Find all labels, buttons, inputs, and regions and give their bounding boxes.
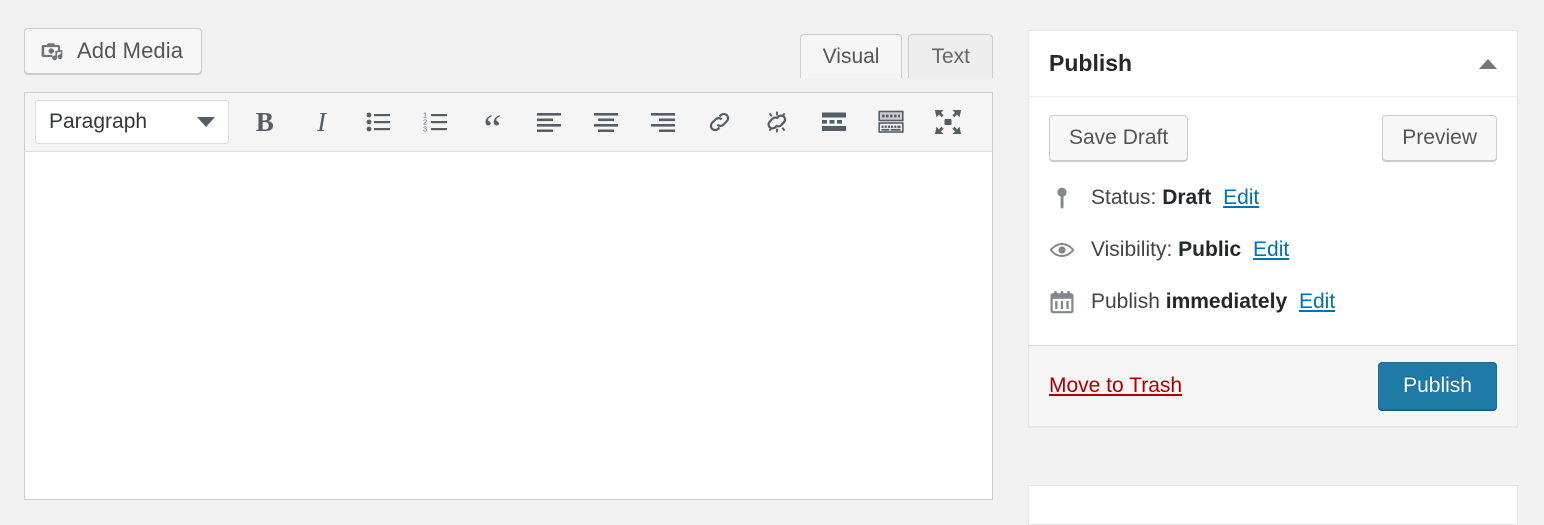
format-select-value: Paragraph: [49, 110, 197, 134]
add-media-button[interactable]: Add Media: [24, 28, 202, 74]
keyboard-toolbar-icon: [878, 110, 904, 134]
move-to-trash-link[interactable]: Move to Trash: [1049, 374, 1182, 398]
next-metabox-panel: [1028, 485, 1518, 525]
publish-panel-body: Save Draft Preview Status: Draft Edit: [1029, 97, 1517, 345]
svg-text:3: 3: [423, 125, 427, 134]
numbered-list-icon: 1 2 3: [423, 111, 449, 133]
align-right-button[interactable]: [643, 100, 683, 144]
align-right-icon: [650, 112, 676, 132]
schedule-prefix: Publish: [1091, 290, 1160, 313]
tab-visual[interactable]: Visual: [800, 34, 903, 78]
publish-button[interactable]: Publish: [1378, 362, 1497, 410]
post-editor: Add Media Visual Text Paragraph B I 1 2 …: [24, 0, 993, 500]
schedule-row: Publish immediately Edit: [1049, 289, 1497, 315]
blockquote-button[interactable]: “: [473, 93, 513, 151]
bulleted-list-button[interactable]: [359, 100, 399, 144]
save-draft-button[interactable]: Save Draft: [1049, 115, 1188, 161]
schedule-edit-link[interactable]: Edit: [1299, 290, 1335, 313]
pushpin-icon: [1049, 185, 1075, 211]
visibility-value: Public: [1178, 238, 1241, 261]
toolbar-toggle-button[interactable]: [871, 100, 911, 144]
visibility-text: Visibility: Public Edit: [1091, 238, 1289, 262]
visibility-prefix: Visibility:: [1091, 238, 1172, 261]
triangle-up-icon[interactable]: [1479, 59, 1497, 69]
status-value: Draft: [1162, 186, 1211, 209]
schedule-text: Publish immediately Edit: [1091, 290, 1335, 314]
unlink-icon: [763, 109, 791, 135]
insert-read-more-button[interactable]: [814, 100, 854, 144]
format-toolbar: Paragraph B I 1 2 3 “: [24, 92, 993, 152]
read-more-icon: [821, 111, 847, 133]
italic-button[interactable]: I: [302, 100, 342, 144]
align-left-button[interactable]: [529, 100, 569, 144]
publish-panel: Publish Save Draft Preview Status: Draft…: [1028, 30, 1518, 427]
tab-text[interactable]: Text: [908, 34, 993, 78]
editor-mode-tabs: Visual Text: [800, 28, 993, 78]
visibility-row: Visibility: Public Edit: [1049, 237, 1497, 263]
visibility-edit-link[interactable]: Edit: [1253, 238, 1289, 261]
preview-button[interactable]: Preview: [1382, 115, 1497, 161]
chevron-down-icon: [197, 117, 215, 127]
paragraph-format-select[interactable]: Paragraph: [35, 100, 229, 144]
status-edit-link[interactable]: Edit: [1223, 186, 1259, 209]
align-left-icon: [536, 112, 562, 132]
publish-panel-header[interactable]: Publish: [1029, 31, 1517, 97]
link-icon: [706, 109, 734, 135]
draft-actions-row: Save Draft Preview: [1049, 115, 1497, 161]
editor-content-area[interactable]: [24, 152, 993, 500]
eye-icon: [1049, 237, 1075, 263]
editor-top-bar: Add Media Visual Text: [24, 28, 993, 74]
align-center-icon: [593, 112, 619, 132]
add-media-label: Add Media: [77, 40, 183, 62]
calendar-icon: [1049, 289, 1075, 315]
numbered-list-button[interactable]: 1 2 3: [416, 100, 456, 144]
fullscreen-icon: [933, 108, 963, 136]
status-prefix: Status:: [1091, 186, 1156, 209]
align-center-button[interactable]: [586, 100, 626, 144]
insert-link-button[interactable]: [700, 100, 740, 144]
publish-panel-footer: Move to Trash Publish: [1029, 345, 1517, 426]
publish-panel-title: Publish: [1049, 50, 1479, 77]
schedule-value: immediately: [1166, 290, 1287, 313]
bulleted-list-icon: [366, 111, 392, 133]
add-media-icon: [40, 38, 66, 64]
status-row: Status: Draft Edit: [1049, 185, 1497, 211]
remove-link-button[interactable]: [757, 100, 797, 144]
bold-button[interactable]: B: [245, 100, 285, 144]
fullscreen-button[interactable]: [928, 100, 968, 144]
status-text: Status: Draft Edit: [1091, 186, 1259, 210]
